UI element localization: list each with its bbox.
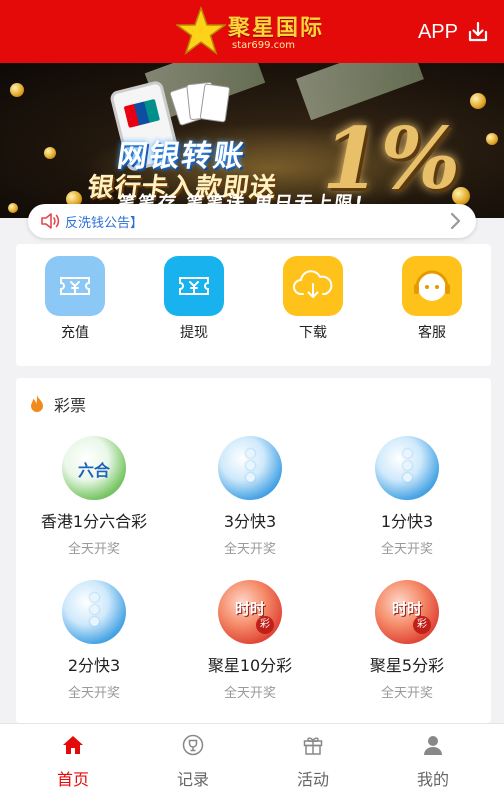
marksix-ball-icon: 六合 <box>62 436 126 500</box>
top-header: 聚星国际 star699.com APP <box>0 0 504 63</box>
dice-dots <box>84 590 104 634</box>
brand-domain: star699.com <box>232 40 295 51</box>
home-icon <box>63 736 83 754</box>
flame-icon <box>31 395 43 412</box>
playing-cards-image <box>169 79 234 135</box>
game-status: 全天开奖 <box>223 686 276 701</box>
dice-ball-icon <box>62 580 126 644</box>
game-name: 聚星10分彩 <box>207 656 293 675</box>
withdraw-icon <box>164 256 224 316</box>
promo-banner[interactable]: 网银转账 银行卡入款即送 1% 笔笔存 笔笔送 单日无上限! <box>0 63 504 218</box>
download-icon <box>468 21 488 42</box>
game-status: 全天开奖 <box>380 542 433 557</box>
game-name: 3分快3 <box>223 512 277 531</box>
lottery-section: 彩票 六合 香港1分六合彩 全天开奖 3分快3 全天开奖 1分快3 全天开奖 2… <box>16 378 491 723</box>
game-status: 全天开奖 <box>380 686 433 701</box>
tab-activities[interactable]: 活动 <box>250 734 376 790</box>
customer-service-label: 客服 <box>418 325 446 341</box>
game-1min-k3[interactable]: 1分快3 全天开奖 <box>332 436 482 557</box>
recharge-label: 充值 <box>61 325 89 341</box>
game-hk-1min-marksix[interactable]: 六合 香港1分六合彩 全天开奖 <box>19 436 169 557</box>
notice-text: 反洗钱公告】 <box>65 215 144 231</box>
recharge-button[interactable]: 充值 <box>35 256 115 342</box>
dice-ball-icon <box>375 436 439 500</box>
game-jx-5min-ssc[interactable]: 时时 彩 聚星5分彩 全天开奖 <box>332 580 482 701</box>
cloud-download-icon <box>283 256 343 316</box>
quick-actions-panel: 充值 提现 下载 客服 <box>16 244 491 366</box>
game-2min-k3[interactable]: 2分快3 全天开奖 <box>19 580 169 701</box>
brand-logo[interactable]: 聚星国际 star699.com <box>176 6 326 58</box>
speaker-icon <box>41 213 60 229</box>
withdraw-label: 提现 <box>180 325 208 341</box>
dice-dots <box>397 446 417 490</box>
brand-name: 聚星国际 <box>228 15 325 41</box>
ball-text: 时时 <box>234 600 265 618</box>
recharge-icon <box>45 256 105 316</box>
game-name: 聚星5分彩 <box>369 656 445 675</box>
game-jx-10min-ssc[interactable]: 时时 彩 聚星10分彩 全天开奖 <box>175 580 325 701</box>
withdraw-button[interactable]: 提现 <box>154 256 234 342</box>
game-status: 全天开奖 <box>67 686 120 701</box>
game-name: 2分快3 <box>67 656 121 675</box>
unionpay-logo <box>123 98 161 128</box>
download-label: 下载 <box>299 325 327 341</box>
game-status: 全天开奖 <box>67 542 120 557</box>
game-name: 香港1分六合彩 <box>40 512 148 531</box>
banner-coin <box>8 203 18 213</box>
download-button[interactable]: 下载 <box>273 256 353 342</box>
dice-ball-icon <box>218 436 282 500</box>
ball-badge: 彩 <box>413 616 431 634</box>
app-download-button[interactable]: APP <box>418 18 490 46</box>
game-status: 全天开奖 <box>223 542 276 557</box>
ball-text: 时时 <box>391 600 422 618</box>
bottom-tab-bar: 首页 记录 活动 我的 <box>0 723 504 797</box>
dice-dots <box>240 446 260 490</box>
game-name: 1分快3 <box>380 512 434 531</box>
ssc-ball-icon: 时时 彩 <box>375 580 439 644</box>
tab-label: 首页 <box>56 770 89 789</box>
app-label: APP <box>417 20 458 43</box>
lottery-title: 彩票 <box>54 396 87 415</box>
tab-records[interactable]: 记录 <box>130 734 256 790</box>
ball-text: 六合 <box>77 461 110 480</box>
game-3min-k3[interactable]: 3分快3 全天开奖 <box>175 436 325 557</box>
banner-coin <box>470 93 486 109</box>
chevron-right-icon[interactable] <box>446 211 464 231</box>
banner-coin <box>486 133 498 145</box>
tab-label: 我的 <box>416 770 449 789</box>
lottery-header: 彩票 <box>28 392 86 416</box>
tab-mine[interactable]: 我的 <box>370 734 496 790</box>
trophy-icon <box>182 734 204 756</box>
gift-icon <box>303 737 323 755</box>
banner-coin <box>44 147 56 159</box>
ssc-ball-icon: 时时 彩 <box>218 580 282 644</box>
headset-icon <box>402 256 462 316</box>
tab-label: 活动 <box>296 770 329 789</box>
banner-coin <box>10 83 24 97</box>
user-icon <box>424 736 442 755</box>
tab-label: 记录 <box>176 770 209 789</box>
tab-home[interactable]: 首页 <box>10 734 136 790</box>
notice-bar[interactable]: 反洗钱公告】 <box>28 204 476 238</box>
customer-service-button[interactable]: 客服 <box>392 256 472 342</box>
star-icon <box>176 6 226 55</box>
ball-badge: 彩 <box>256 616 274 634</box>
